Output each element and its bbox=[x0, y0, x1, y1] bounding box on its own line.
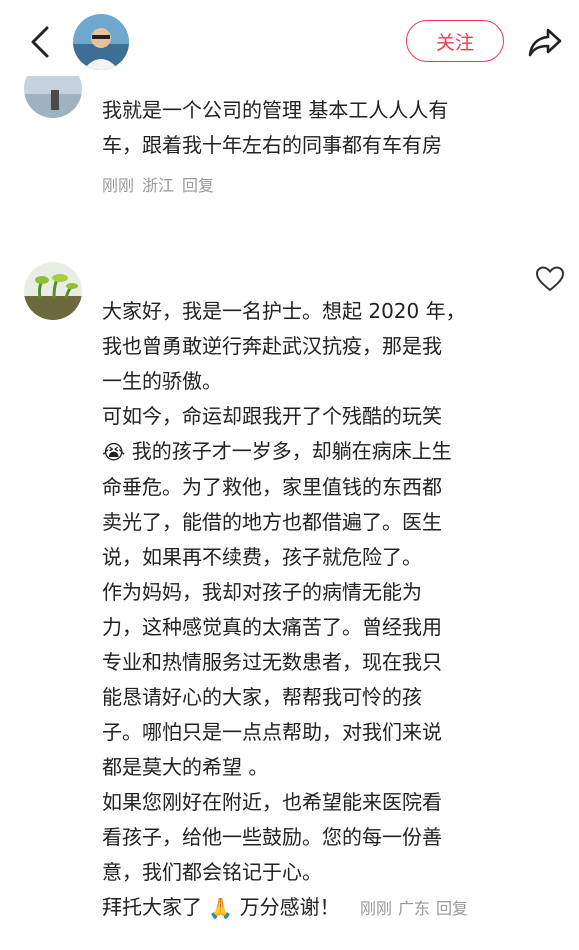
back-button[interactable] bbox=[22, 22, 58, 62]
comment-location: 广东 bbox=[398, 899, 431, 918]
comment-meta: 刚刚 浙江 回复 bbox=[102, 172, 222, 196]
pray-emoji-icon: 🙏 bbox=[208, 896, 234, 920]
reply-button[interactable]: 回复 bbox=[182, 176, 214, 195]
comment-line: 命垂危。为了救他，家里值钱的东西都 bbox=[102, 475, 442, 499]
comment-line: 说，如果再不续费，孩子就危险了。 bbox=[102, 545, 422, 569]
comment-time: 刚刚 bbox=[102, 176, 135, 195]
author-avatar[interactable] bbox=[73, 14, 129, 70]
commenter-avatar[interactable] bbox=[24, 262, 82, 320]
comment-line: 看孩子，给他一些鼓励。您的每一份善 bbox=[102, 825, 442, 849]
comment-line-text: 我的孩子才一岁多，却躺在病床上生 bbox=[131, 439, 452, 463]
back-arrow-icon bbox=[31, 26, 49, 58]
comment-location: 浙江 bbox=[142, 176, 175, 195]
comment-line: 子。哪怕只是一点点帮助，对我们来说 bbox=[102, 720, 442, 744]
reply-button[interactable]: 回复 bbox=[436, 899, 468, 918]
comment-line-text: 拜托大家了 bbox=[102, 895, 202, 919]
heart-outline-icon bbox=[536, 266, 564, 292]
follow-button[interactable]: 关注 bbox=[406, 20, 504, 62]
comment-line: 力，这种感觉真的太痛苦了。曾经我用 bbox=[102, 615, 442, 639]
comment-line-text: 万分感谢！ bbox=[239, 895, 340, 919]
top-bar: 关注 bbox=[0, 0, 579, 86]
comment-line: 能恳请好心的大家，帮帮我可怜的孩 bbox=[102, 685, 422, 709]
comment-line: 专业和热情服务过无数患者，现在我只 bbox=[102, 650, 442, 674]
comment-line: 大家好，我是一名护士。想起 2020 年， bbox=[102, 299, 466, 323]
comment-time: 刚刚 bbox=[359, 899, 392, 918]
comment-line: 意，我们都会铭记于心。 bbox=[102, 860, 322, 884]
comment-line: 作为妈妈，我却对孩子的病情无能为 bbox=[102, 580, 422, 604]
comment-line: 一生的骄傲。 bbox=[102, 369, 222, 393]
crying-emoji-icon: 😭 bbox=[102, 440, 126, 464]
comment-line: 如果您刚好在附近，也希望能来医院看 bbox=[102, 790, 442, 814]
share-icon bbox=[528, 28, 562, 57]
share-button[interactable] bbox=[526, 24, 564, 60]
comment-text: 大家好，我是一名护士。想起 2020 年， 我也曾勇敢逆行奔赴武汉抗疫，那是我 … bbox=[102, 294, 474, 926]
comment-text: 我就是一个公司的管理 基本工人人人有 车，跟着我十年左右的同事都有车有房 bbox=[102, 93, 448, 163]
comment-line: 我就是一个公司的管理 基本工人人人有 bbox=[102, 98, 449, 122]
comment-meta: 刚刚 广东 回复 bbox=[360, 899, 474, 918]
comment-line: 😭 我的孩子才一岁多，却躺在病床上生 bbox=[102, 434, 474, 470]
commenter-avatar[interactable] bbox=[24, 76, 82, 118]
comment-line: 我也曾勇敢逆行奔赴武汉抗疫，那是我 bbox=[102, 334, 442, 358]
comment-line: 都是莫大的希望 。 bbox=[102, 755, 269, 779]
comment-line: 可如今，命运却跟我开了个残酷的玩笑 bbox=[102, 404, 442, 428]
comment-line: 卖光了，能借的地方也都借遍了。医生 bbox=[102, 510, 442, 534]
comment-line: 车，跟着我十年左右的同事都有车有房 bbox=[102, 133, 442, 157]
comment-line: 拜托大家了 🙏 万分感谢！ 刚刚 广东 回复 bbox=[102, 890, 474, 926]
like-button[interactable] bbox=[535, 264, 565, 294]
